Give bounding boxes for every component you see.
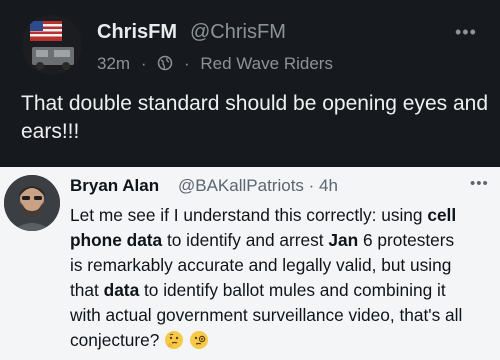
post-text: That double standard should be opening e… (21, 92, 489, 143)
text-line-5: with actual government surveillance vide… (70, 305, 463, 325)
face-with-monocle-emoji (189, 330, 209, 350)
text-line-6: conjecture? (70, 328, 500, 353)
quoted-author-name: Bryan Alan (70, 176, 160, 195)
globe-icon (157, 55, 173, 71)
author-name[interactable]: ChrisFM (97, 21, 177, 44)
flag-truck-avatar[interactable] (22, 15, 82, 75)
text-line-4: that data to identify ballot mules and c… (70, 280, 446, 300)
post-time: 32m (97, 54, 131, 73)
quoted-author-handle: @BAKallPatriots · 4h (178, 176, 338, 195)
top-post: ChrisFM @ChrisFM ••• 32m · · Red Wave Ri… (0, 0, 500, 162)
bearded-man-avatar (4, 175, 60, 231)
quoted-tweet-screenshot: Bryan Alan @BAKallPatriots · 4h ••• Let … (0, 167, 500, 360)
text-line-3: is remarkably accurate and legally valid… (70, 255, 452, 275)
text-line-2: phone data to identify and arrest Jan 6 … (70, 230, 455, 250)
quoted-tweet-text: Let me see if I understand this correctl… (70, 203, 500, 353)
more-options-icon: ••• (470, 175, 489, 192)
thinking-face-emoji (164, 330, 184, 350)
post-meta: 32m · · Red Wave Riders (97, 54, 333, 73)
community-link[interactable]: Red Wave Riders (200, 54, 333, 73)
author-handle[interactable]: @ChrisFM (190, 21, 286, 44)
text-line-1: Let me see if I understand this correctl… (70, 205, 457, 225)
more-options-icon[interactable]: ••• (455, 22, 477, 43)
